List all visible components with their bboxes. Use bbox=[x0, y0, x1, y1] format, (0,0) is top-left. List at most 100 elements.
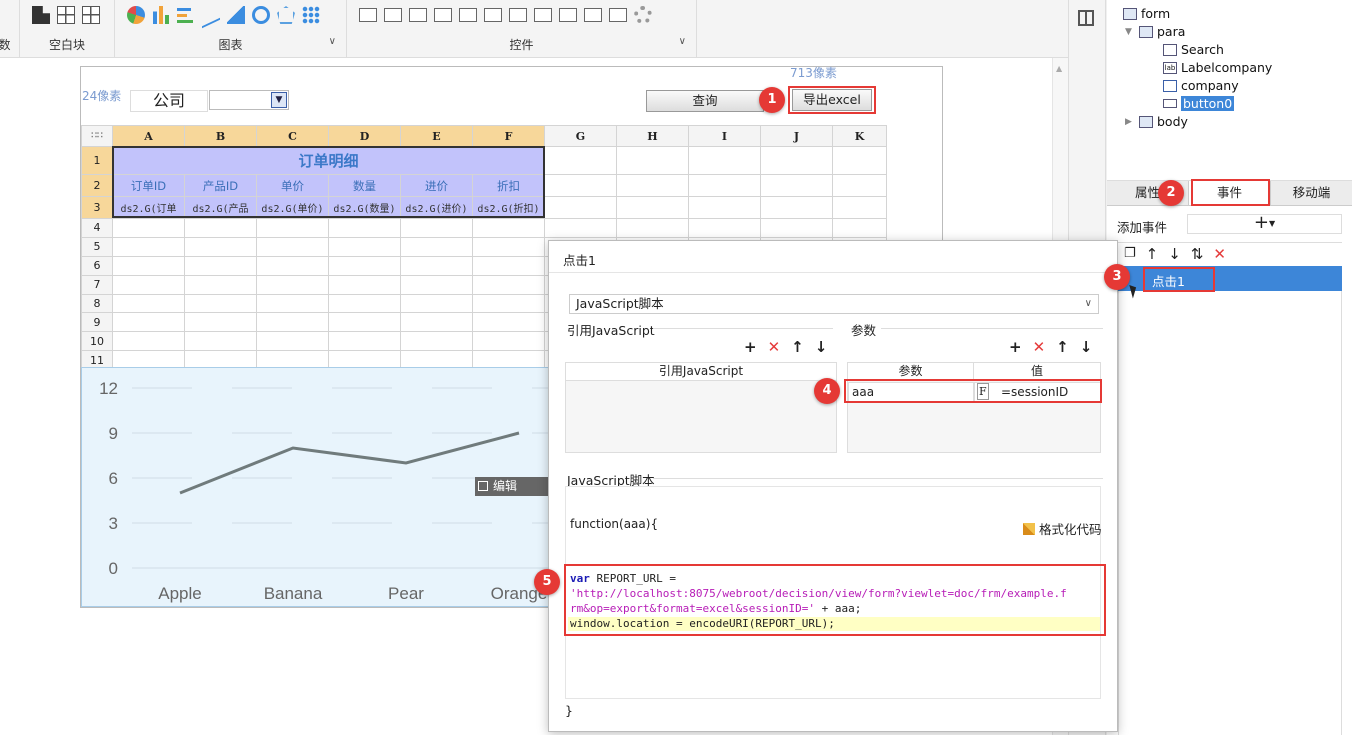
tree-node-button0[interactable]: button0 bbox=[1163, 96, 1235, 111]
row-header[interactable]: 4 bbox=[81, 218, 113, 238]
row-header[interactable]: 6 bbox=[81, 255, 113, 276]
radio-group-widget-icon[interactable] bbox=[559, 8, 577, 22]
cell[interactable] bbox=[544, 146, 617, 175]
cell[interactable] bbox=[832, 174, 887, 197]
row-header[interactable]: 3 bbox=[81, 196, 113, 219]
textbox-widget-icon[interactable] bbox=[409, 8, 427, 22]
row-header[interactable]: 8 bbox=[81, 293, 113, 314]
cell[interactable] bbox=[832, 196, 887, 219]
gear-icon[interactable] bbox=[634, 6, 652, 24]
move-down-icon[interactable]: ↓ bbox=[1168, 245, 1181, 263]
cell[interactable] bbox=[616, 196, 689, 219]
number-widget-icon[interactable] bbox=[509, 8, 527, 22]
sort-icon[interactable]: ⇅ bbox=[1191, 245, 1204, 263]
cell[interactable] bbox=[760, 146, 833, 175]
scatter-chart-icon[interactable] bbox=[302, 6, 320, 24]
cell[interactable] bbox=[688, 174, 761, 197]
column-header[interactable]: H bbox=[616, 125, 689, 147]
tree-node-para[interactable]: ▼ para bbox=[1125, 24, 1185, 39]
format-code-label: 格式化代码 bbox=[1039, 522, 1102, 537]
cell[interactable] bbox=[616, 146, 689, 175]
add-event-button[interactable]: +▼ bbox=[1187, 214, 1342, 234]
add-icon[interactable]: + bbox=[744, 338, 757, 356]
column-header[interactable]: K bbox=[832, 125, 887, 147]
column-header[interactable]: E bbox=[400, 125, 473, 147]
move-up-icon[interactable]: ↑ bbox=[791, 338, 804, 356]
tree-node-company[interactable]: company bbox=[1163, 78, 1239, 93]
chevron-down-icon[interactable]: ▼ bbox=[271, 92, 287, 108]
chevron-down-icon[interactable]: ∨ bbox=[1085, 295, 1092, 313]
expand-icon[interactable]: ▼ bbox=[1125, 27, 1135, 37]
column-header[interactable]: G bbox=[544, 125, 617, 147]
column-header[interactable]: A bbox=[112, 125, 185, 147]
tree-node-labelcompany[interactable]: lab Labelcompany bbox=[1163, 60, 1272, 75]
copy-icon[interactable]: ❐ bbox=[1124, 246, 1136, 261]
cell[interactable] bbox=[760, 174, 833, 197]
row-header[interactable]: 2 bbox=[81, 174, 113, 197]
toolbar-group-data: 数 bbox=[0, 0, 20, 58]
checkbox-group-widget-icon[interactable] bbox=[584, 8, 602, 22]
hbar-chart-icon[interactable] bbox=[177, 6, 195, 24]
area-chart-icon[interactable] bbox=[227, 6, 245, 24]
column-header[interactable]: D bbox=[328, 125, 401, 147]
delete-icon[interactable]: ✕ bbox=[1033, 338, 1046, 356]
column-header[interactable]: F bbox=[472, 125, 545, 147]
column-header[interactable]: B bbox=[184, 125, 257, 147]
row-header[interactable]: 9 bbox=[81, 312, 113, 333]
cell[interactable] bbox=[832, 146, 887, 175]
select-all-corner[interactable]: ∷∷ bbox=[81, 125, 113, 147]
add-icon[interactable]: + bbox=[1009, 338, 1022, 356]
column-header[interactable]: C bbox=[256, 125, 329, 147]
layout-icon[interactable] bbox=[1078, 10, 1094, 26]
query-button[interactable]: 查询 bbox=[646, 90, 764, 112]
cell[interactable] bbox=[544, 196, 617, 219]
date-widget-icon[interactable] bbox=[484, 8, 502, 22]
pie-chart-icon[interactable] bbox=[127, 6, 145, 24]
absolute-layout-icon[interactable] bbox=[57, 6, 75, 24]
cell[interactable] bbox=[688, 146, 761, 175]
script-type-select[interactable]: JavaScript脚本 ∨ bbox=[569, 294, 1099, 314]
move-down-icon[interactable]: ↓ bbox=[815, 338, 828, 356]
combobox-widget-icon[interactable] bbox=[434, 8, 452, 22]
delete-icon[interactable]: ✕ bbox=[1213, 245, 1226, 263]
move-down-icon[interactable]: ↓ bbox=[1080, 338, 1093, 356]
tree-node-form[interactable]: form bbox=[1123, 6, 1170, 21]
row-header[interactable]: 7 bbox=[81, 274, 113, 295]
cell[interactable] bbox=[616, 174, 689, 197]
tree-node-body[interactable]: ▶ body bbox=[1125, 114, 1188, 129]
column-header-row: ∷∷ A B C D E F G H I J K bbox=[81, 125, 888, 147]
chevron-down-icon[interactable]: ∨ bbox=[679, 36, 686, 47]
cell[interactable] bbox=[688, 196, 761, 219]
column-header[interactable]: I bbox=[688, 125, 761, 147]
tree-node-label: form bbox=[1141, 6, 1171, 21]
cell[interactable] bbox=[544, 174, 617, 197]
highlight-box-1 bbox=[788, 86, 876, 114]
column-header[interactable]: J bbox=[760, 125, 833, 147]
donut-chart-icon[interactable] bbox=[252, 6, 270, 24]
grid-layout-icon[interactable] bbox=[82, 6, 100, 24]
chart-edit-button[interactable]: 编辑 bbox=[475, 477, 550, 496]
button-widget-icon[interactable] bbox=[359, 8, 377, 22]
expand-icon[interactable]: ▶ bbox=[1125, 117, 1135, 127]
tab-mobile[interactable]: 移动端 bbox=[1271, 181, 1352, 205]
cell[interactable] bbox=[760, 196, 833, 219]
search-widget-icon[interactable] bbox=[609, 8, 627, 22]
format-code-button[interactable]: 格式化代码 bbox=[1023, 519, 1102, 538]
move-up-icon[interactable]: ↑ bbox=[1056, 338, 1069, 356]
row-header[interactable]: 10 bbox=[81, 331, 113, 352]
row-header[interactable]: 5 bbox=[81, 236, 113, 257]
row-header[interactable]: 1 bbox=[81, 146, 113, 175]
bar-chart-icon[interactable] bbox=[152, 6, 170, 24]
label-widget-icon[interactable] bbox=[384, 8, 402, 22]
line-chart-icon[interactable] bbox=[202, 1, 220, 29]
textarea-widget-icon[interactable] bbox=[459, 8, 477, 22]
delete-icon[interactable]: ✕ bbox=[768, 338, 781, 356]
tab-block-icon[interactable] bbox=[32, 6, 50, 24]
tree-node-search[interactable]: Search bbox=[1163, 42, 1224, 57]
company-label[interactable]: 公司 bbox=[130, 90, 208, 112]
chevron-down-icon[interactable]: ∨ bbox=[329, 36, 336, 47]
move-up-icon[interactable]: ↑ bbox=[1146, 245, 1159, 263]
company-combobox[interactable]: ▼ bbox=[209, 90, 289, 110]
radar-chart-icon[interactable] bbox=[277, 6, 295, 24]
list-widget-icon[interactable] bbox=[534, 8, 552, 22]
